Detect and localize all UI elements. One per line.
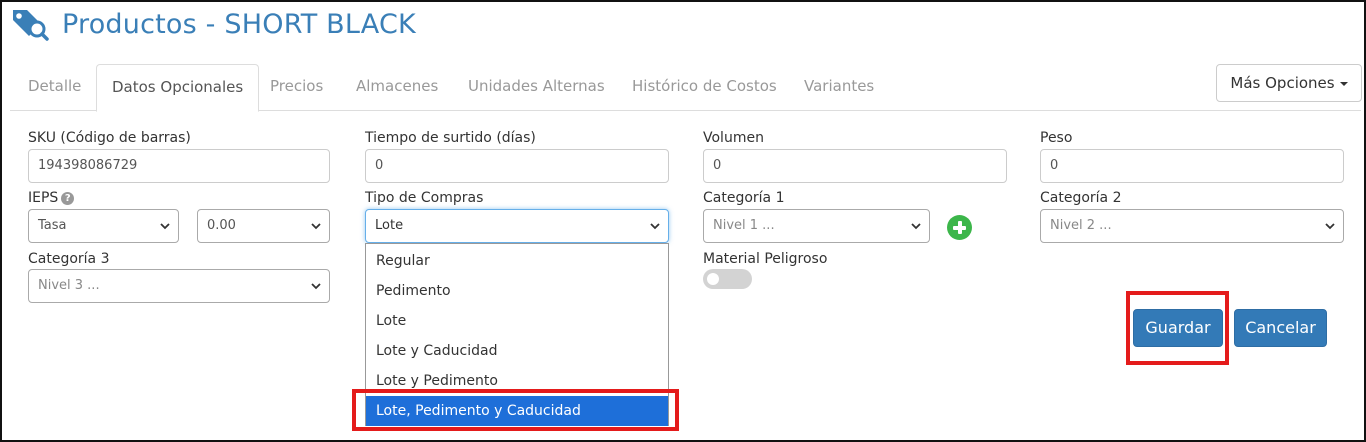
categoria3-value: Nivel 3 ... [38,278,100,293]
help-icon[interactable]: ? [61,192,75,205]
sku-label: SKU (Código de barras) [28,130,191,146]
tipo-compras-label: Tipo de Compras [365,190,484,206]
ieps-label-wrap: IEPS? [28,190,75,206]
more-options-button[interactable]: Más Opciones [1216,64,1362,102]
ieps-type-value: Tasa [38,218,67,233]
tab-precios[interactable]: Precios [255,64,338,111]
volumen-label: Volumen [703,130,764,146]
peso-label: Peso [1040,130,1073,146]
categoria1-value: Nivel 1 ... [713,218,775,233]
option-lote-caducidad[interactable]: Lote y Caducidad [366,336,668,366]
highlight-box-option [352,389,679,431]
page-header: Productos - SHORT BLACK [10,6,416,42]
option-lote[interactable]: Lote [366,306,668,336]
option-regular[interactable]: Regular [366,246,668,276]
option-pedimento[interactable]: Pedimento [366,276,668,306]
tab-datos-opcionales[interactable]: Datos Opcionales [96,64,260,112]
add-category-icon[interactable] [947,215,972,240]
peso-input[interactable]: 0 [1040,149,1344,183]
categoria2-label: Categoría 2 [1040,190,1122,206]
chevron-down-icon [650,223,660,230]
tab-almacenes[interactable]: Almacenes [341,64,453,111]
categoria1-select[interactable]: Nivel 1 ... [703,209,930,243]
categoria2-select[interactable]: Nivel 2 ... [1040,209,1344,243]
tab-unidades-alternas[interactable]: Unidades Alternas [453,64,620,111]
tab-detalle[interactable]: Detalle [13,64,96,111]
ieps-amount-value: 0.00 [207,218,236,233]
tag-search-icon [13,10,49,41]
tipo-compras-value: Lote [375,218,404,233]
categoria3-label: Categoría 3 [28,251,110,267]
caret-down-icon [1339,82,1348,86]
sku-input[interactable]: 194398086729 [28,149,330,183]
tiempo-surtido-label: Tiempo de surtido (días) [365,130,536,146]
chevron-down-icon [911,223,921,230]
volumen-input[interactable]: 0 [703,149,1007,183]
cancel-button[interactable]: Cancelar [1234,309,1327,347]
more-options-label: Más Opciones [1230,74,1335,92]
tab-variantes[interactable]: Variantes [789,64,889,111]
ieps-amount-select[interactable]: 0.00 [197,209,330,243]
chevron-down-icon [311,223,321,230]
chevron-down-icon [311,283,321,290]
ieps-label: IEPS [28,190,59,206]
tab-bar: Detalle Datos Opcionales Precios Almacen… [10,64,1361,112]
ieps-type-select[interactable]: Tasa [28,209,179,243]
page-title: Productos - SHORT BLACK [62,8,416,40]
categoria2-value: Nivel 2 ... [1050,218,1112,233]
toggle-knob [707,273,719,285]
categoria3-select[interactable]: Nivel 3 ... [28,269,330,303]
highlight-box-save [1126,291,1229,365]
chevron-down-icon [1325,223,1335,230]
tab-historico-costos[interactable]: Histórico de Costos [617,64,792,111]
chevron-down-icon [160,223,170,230]
tipo-compras-select[interactable]: Lote [365,209,669,243]
categoria1-label: Categoría 1 [703,190,785,206]
material-peligroso-label: Material Peligroso [703,251,828,267]
tiempo-surtido-input[interactable]: 0 [365,149,669,183]
material-peligroso-toggle[interactable] [703,269,752,289]
